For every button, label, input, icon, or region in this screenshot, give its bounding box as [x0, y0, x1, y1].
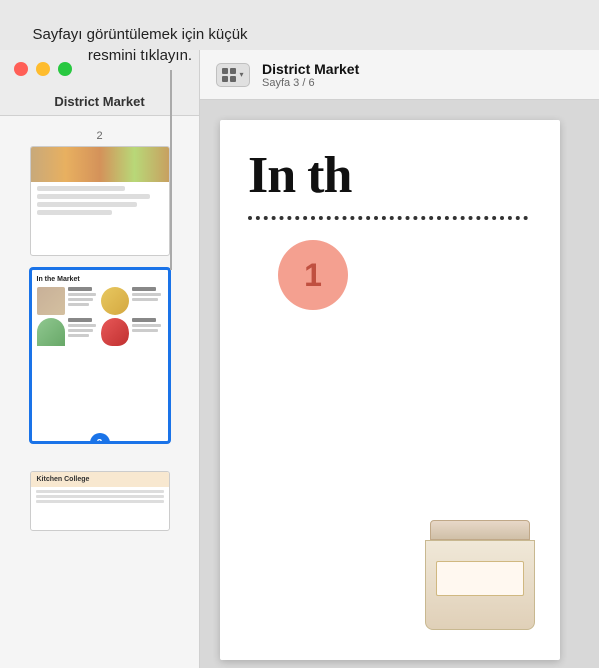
thumbnail-frame-4[interactable]: Kitchen College — [30, 471, 170, 531]
page3-text-4 — [132, 318, 163, 334]
page2-line-2 — [37, 194, 150, 199]
tooltip-text: Sayfayı görüntülemek için küçük resmini … — [16, 24, 264, 66]
document-title-partial: In th — [248, 150, 532, 202]
p3-l1 — [68, 293, 97, 296]
page4-title-bar: Kitchen College — [31, 472, 169, 487]
page2-image-strip — [31, 147, 169, 182]
main-content: ▾ District Market Sayfa 3 / 6 In th 1 — [200, 50, 599, 668]
page3-grid — [37, 287, 163, 346]
section-circle-1: 1 — [278, 240, 348, 310]
page3-text-2 — [132, 287, 163, 303]
document-page: In th 1 — [220, 120, 560, 660]
p3-l9 — [132, 324, 161, 327]
tooltip-area: Sayfayı görüntülemek için küçük resmini … — [0, 0, 280, 90]
page2-line-4 — [37, 210, 113, 215]
p3-l7 — [68, 329, 94, 332]
page4-content — [31, 487, 169, 508]
page3-head-3 — [68, 318, 92, 322]
p3-l10 — [132, 329, 158, 332]
page3-head-4 — [132, 318, 156, 322]
p3-l3 — [68, 303, 89, 306]
thumbnail-page-4[interactable]: Kitchen College — [0, 465, 199, 537]
page4-line-1 — [36, 490, 164, 493]
thumbnail-frame-3[interactable]: In the Market — [30, 268, 170, 443]
page3-head-2 — [132, 287, 156, 291]
page4-line-3 — [36, 500, 164, 503]
page3-row-2 — [37, 318, 163, 346]
circle-number-text: 1 — [304, 257, 322, 294]
document-display: In th 1 — [200, 100, 599, 668]
page2-content — [31, 182, 169, 222]
page3-head-1 — [68, 287, 92, 291]
p3-l2 — [68, 298, 94, 301]
page4-line-2 — [36, 495, 164, 498]
document-page-inner: In th 1 — [220, 120, 560, 330]
p3-l5 — [132, 298, 158, 301]
jar-body — [425, 540, 535, 630]
lemon-icon — [101, 287, 129, 315]
strawberry-icon — [101, 318, 129, 346]
jar-lid — [430, 520, 530, 540]
page-3-badge: 3 — [90, 433, 110, 443]
page2-line-3 — [37, 202, 138, 207]
jar-illustration — [420, 520, 540, 660]
app-window: District Market 2 — [0, 50, 599, 668]
page3-content: In the Market — [32, 270, 168, 352]
thumbnail-page-3[interactable]: In the Market — [0, 262, 199, 449]
jar-label — [436, 561, 524, 596]
p3-l4 — [132, 293, 161, 296]
bowl-icon — [37, 318, 65, 346]
page3-thumb-title: In the Market — [37, 276, 163, 283]
p3-l8 — [68, 334, 89, 337]
connector-line — [170, 70, 172, 270]
page3-text-3 — [68, 318, 99, 339]
page3-row-1 — [37, 287, 163, 315]
page3-text-1 — [68, 287, 99, 308]
page-2-number: 2 — [96, 130, 102, 142]
p3-l6 — [68, 324, 97, 327]
document-divider — [248, 216, 528, 220]
jar-icon — [37, 287, 65, 315]
thumbnail-frame-2[interactable] — [30, 146, 170, 256]
page2-line-1 — [37, 186, 125, 191]
